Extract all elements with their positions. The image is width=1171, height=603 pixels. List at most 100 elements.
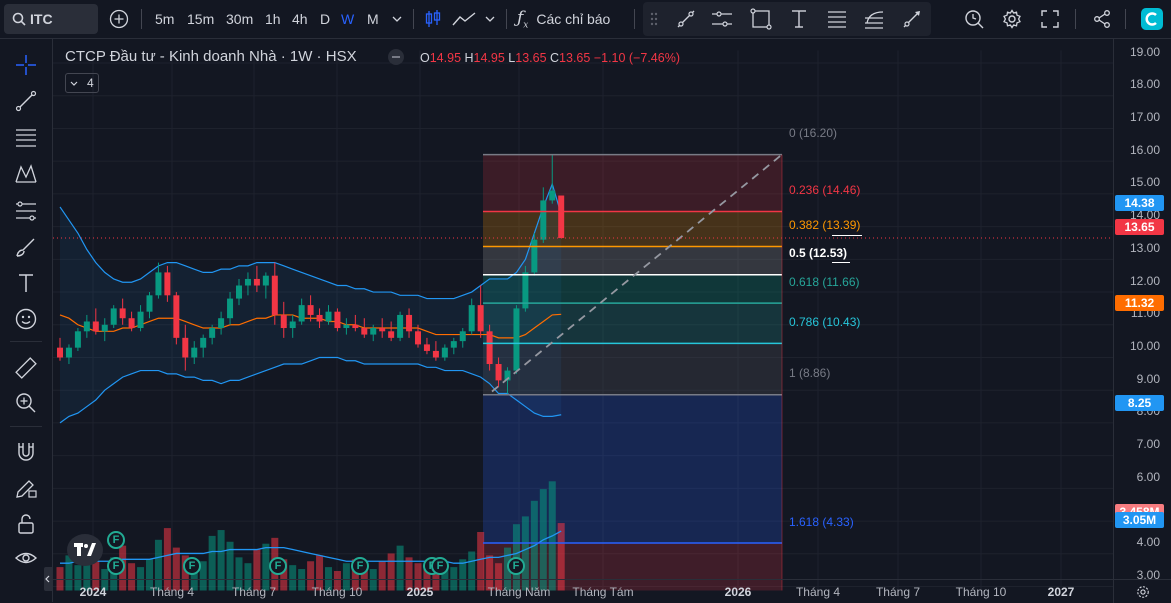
- symbol-name: ITC: [30, 11, 53, 27]
- zoom-in-tool[interactable]: [12, 389, 40, 417]
- toolbox-drag-handle[interactable]: [647, 2, 661, 36]
- measure-tool[interactable]: [12, 354, 40, 382]
- candle-body: [486, 331, 493, 365]
- candle-body: [164, 272, 171, 296]
- fib-retracement-tool[interactable]: [824, 2, 850, 36]
- financial-event-marker[interactable]: F: [107, 557, 125, 575]
- interval-d[interactable]: D: [320, 0, 330, 38]
- pattern-tools[interactable]: [12, 160, 40, 188]
- interval-15m[interactable]: 15m: [187, 0, 214, 38]
- top-toolbar: ITC 5m 15m 30m 1h 4h D W M ƒx Các chỉ bá…: [0, 0, 1171, 39]
- financial-event-marker[interactable]: F: [269, 557, 287, 575]
- price-chart[interactable]: [53, 39, 1113, 602]
- text-tools[interactable]: [12, 269, 40, 297]
- legend-name: CTCP Đầu tư - Kinh doanh Nhà: [65, 48, 277, 65]
- candle-body: [415, 331, 421, 345]
- brush-tools[interactable]: [12, 233, 40, 261]
- candle-body: [83, 321, 90, 332]
- fib-tools[interactable]: [12, 124, 40, 152]
- interval-4h[interactable]: 4h: [292, 0, 308, 38]
- symbol-search[interactable]: ITC: [4, 4, 98, 34]
- price-tick: 15.00: [1129, 175, 1160, 190]
- legend-exchange: HSX: [325, 48, 357, 65]
- fib-label-0-618: 0.618 (11.66): [789, 274, 860, 289]
- stay-in-drawing-mode[interactable]: [12, 474, 40, 502]
- financial-event-marker[interactable]: F: [431, 557, 449, 575]
- candle: [558, 195, 565, 239]
- fullscreen-icon: [1041, 10, 1059, 28]
- price-tick: 6.00: [1136, 469, 1160, 484]
- price-label: 14.38: [1115, 194, 1164, 211]
- time-axis[interactable]: 2024 Tháng 4 Tháng 7 Tháng 10 2025 Tháng Năm T…: [53, 579, 1113, 603]
- candle-body: [370, 328, 377, 335]
- candle-body: [191, 347, 198, 358]
- line-tools[interactable]: [12, 87, 40, 115]
- line-type-button[interactable]: [450, 0, 478, 38]
- alert-button[interactable]: [961, 0, 987, 38]
- forecasting-tools[interactable]: [12, 197, 40, 225]
- candle: [522, 265, 529, 312]
- indicator-count: 4: [86, 76, 94, 90]
- financial-event-marker[interactable]: F: [183, 557, 201, 575]
- financial-event-marker[interactable]: F: [351, 557, 369, 575]
- collapse-toolbar-handle[interactable]: [44, 567, 52, 591]
- share-button[interactable]: [1089, 0, 1115, 38]
- interval-w[interactable]: W: [341, 0, 354, 38]
- hide-drawings[interactable]: [12, 544, 40, 572]
- time-tick: Tháng 10: [955, 585, 1007, 599]
- legend-hide-button[interactable]: [388, 49, 404, 65]
- brand-logo: [1140, 0, 1164, 38]
- trendline-tool[interactable]: [673, 2, 699, 36]
- interval-5m[interactable]: 5m: [155, 0, 174, 38]
- time-tick: Tháng 7: [231, 585, 277, 599]
- fib-zone: [483, 211, 782, 247]
- fib-handle-mark-2: [832, 262, 850, 263]
- high-value: 14.95: [473, 51, 505, 65]
- magnet-mode[interactable]: [12, 438, 40, 466]
- brush-tool[interactable]: [899, 2, 925, 36]
- fib-label-1-618: 1.618 (4.33): [789, 514, 854, 529]
- axis-settings-button[interactable]: [1113, 579, 1171, 603]
- pitchfan-tool[interactable]: [861, 2, 887, 36]
- rectangle-tool[interactable]: [748, 2, 774, 36]
- price-tick: 4.00: [1136, 535, 1160, 550]
- lock-drawings[interactable]: [12, 510, 40, 538]
- indicators-button[interactable]: ƒx Các chỉ báo: [517, 0, 627, 38]
- fullscreen-button[interactable]: [1037, 0, 1063, 38]
- compare-symbol-button[interactable]: [106, 0, 132, 38]
- chart-type-dropdown[interactable]: [483, 0, 497, 38]
- text-tool[interactable]: [786, 2, 812, 36]
- fib-handle-mark: [832, 235, 862, 236]
- price-label: 3.05M: [1115, 511, 1164, 528]
- interval-m[interactable]: M: [367, 0, 379, 38]
- candle-body: [110, 308, 117, 325]
- candle-body: [540, 200, 547, 240]
- chevron-down-icon: [70, 81, 78, 86]
- financial-event-marker[interactable]: F: [507, 557, 525, 575]
- open-value: 14.95: [429, 51, 462, 65]
- projection-icon: [16, 201, 36, 221]
- fib-levels-icon: [16, 129, 36, 147]
- time-tick: 2024: [79, 585, 107, 599]
- financial-event-marker[interactable]: F: [107, 531, 125, 549]
- interval-dropdown[interactable]: [390, 0, 404, 38]
- interval-30m[interactable]: 30m: [226, 0, 253, 38]
- settings-button[interactable]: [999, 0, 1025, 38]
- emoji-tools[interactable]: [12, 305, 40, 333]
- smiley-icon: [15, 308, 37, 330]
- text-icon: [19, 274, 33, 292]
- chevron-left-icon: [45, 575, 50, 583]
- zoom-clock-icon: [965, 10, 984, 29]
- horizontal-ray-tool[interactable]: [709, 2, 735, 36]
- candle-body: [325, 311, 332, 322]
- interval-1h[interactable]: 1h: [265, 0, 281, 38]
- tradingview-logo[interactable]: [67, 534, 103, 566]
- candle-body: [146, 295, 153, 312]
- candle-body: [432, 350, 439, 358]
- crosshair-tool[interactable]: [12, 51, 40, 79]
- candle-body: [298, 305, 305, 322]
- indicator-toggle[interactable]: 4: [65, 73, 99, 93]
- candles-type-button[interactable]: [421, 0, 445, 38]
- candle: [513, 305, 520, 374]
- price-tick: 13.00: [1129, 240, 1160, 255]
